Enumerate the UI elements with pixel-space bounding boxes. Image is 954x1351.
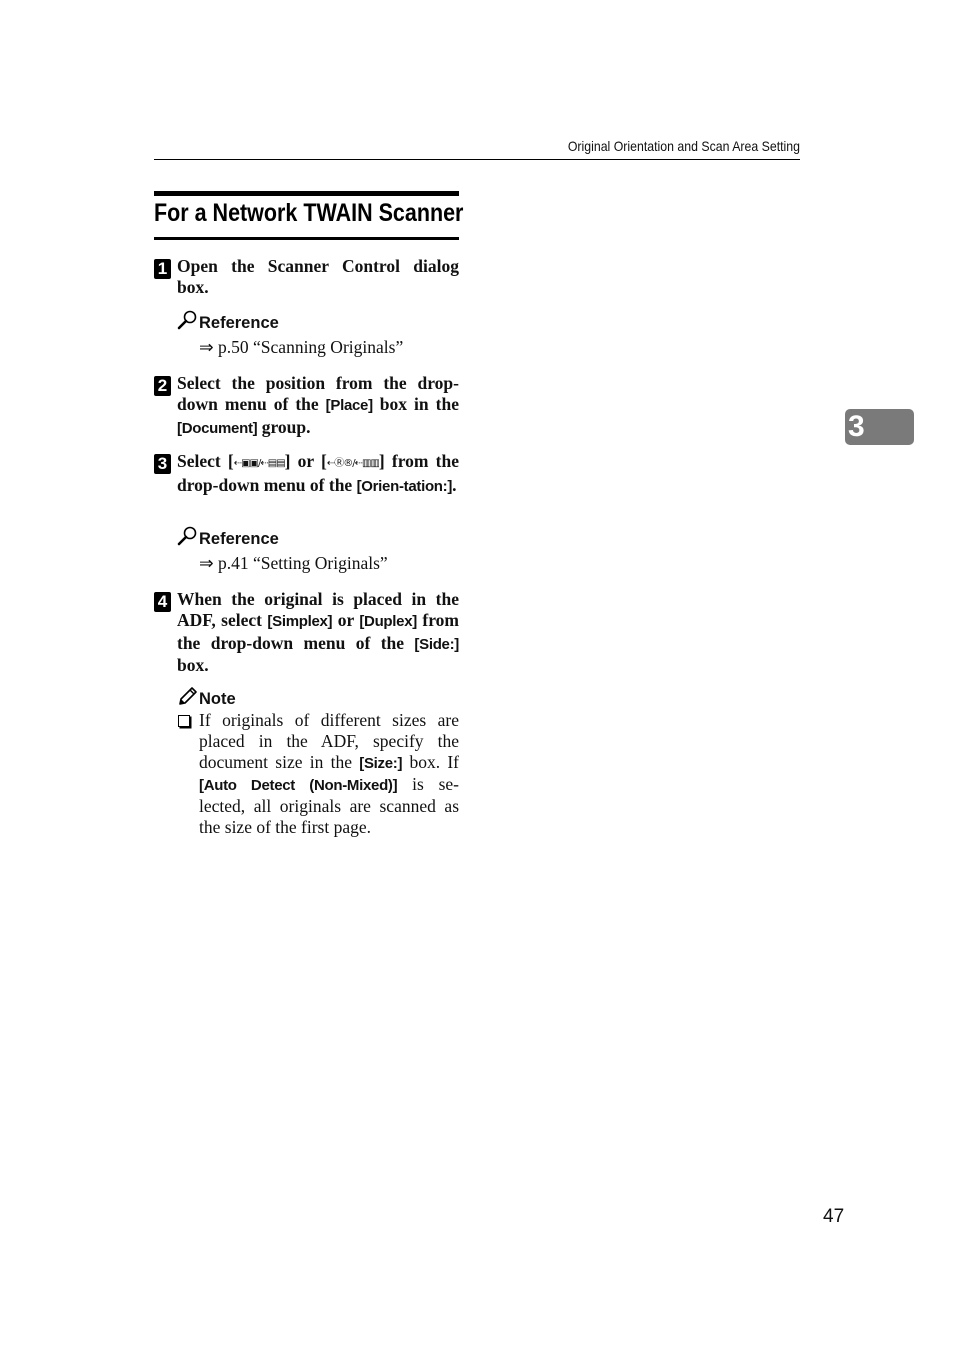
text-run: ] or [	[284, 451, 327, 471]
step-2: 2 Select the position from the drop-down…	[154, 373, 459, 439]
text-run: box. If	[402, 752, 459, 772]
step-number: 4	[154, 592, 171, 612]
section-rule-bottom	[154, 237, 459, 240]
text-run: Select [	[177, 451, 234, 471]
step-3: 3 Select [⇠▣▣/⇠▤▤] or [⇠Ⓡ®/⇠▥▥] from the…	[154, 451, 459, 498]
header-rule	[154, 159, 800, 160]
magnifier-icon	[177, 526, 199, 551]
page-number: 47	[823, 1206, 845, 1227]
step-text: Select [⇠▣▣/⇠▤▤] or [⇠Ⓡ®/⇠▥▥] from the d…	[177, 451, 459, 498]
reference-link[interactable]: ⇒ p.41 “Setting Originals”	[199, 553, 388, 574]
step-number: 2	[154, 376, 171, 396]
ui-label-size: [Size:]	[359, 755, 403, 772]
chapter-tab: 3	[845, 409, 914, 445]
pencil-icon	[177, 686, 199, 711]
step-4: 4 When the original is placed in the ADF…	[154, 589, 459, 676]
note-text: If originals of different sizes are plac…	[199, 710, 459, 838]
text-run: group.	[257, 416, 311, 437]
text-run: or	[332, 609, 360, 630]
running-header: Original Orientation and Scan Area Setti…	[567, 138, 800, 154]
step-text: When the original is placed in the ADF, …	[177, 589, 459, 676]
ui-label-duplex: [Duplex]	[359, 612, 417, 630]
text-run: box in the	[372, 393, 459, 414]
note-item: If originals of different sizes are plac…	[177, 710, 459, 838]
section-rule-top	[154, 191, 459, 196]
orientation-landscape-icon: ⇠Ⓡ®/⇠▥▥	[326, 458, 380, 469]
ui-label-orientation: [Orien-tation:]	[356, 477, 453, 495]
ui-label-side: [Side:]	[414, 635, 459, 653]
step-number: 3	[154, 454, 171, 474]
ui-label-auto-detect: [Auto Detect (Non-Mixed)]	[199, 777, 398, 794]
chapter-number: 3	[848, 410, 865, 443]
reference-heading: Reference	[177, 310, 279, 335]
text-run: .	[452, 474, 457, 495]
reference-label: Reference	[199, 530, 279, 548]
text-run: box.	[177, 655, 209, 676]
step-1: 1 Open the Scanner Control dialog box.	[154, 256, 459, 298]
note-heading: Note	[177, 686, 236, 711]
reference-link[interactable]: ⇒ p.50 “Scanning Originals”	[199, 337, 403, 358]
section-title: For a Network TWAIN Scanner	[154, 199, 464, 227]
step-text: Select the position from the drop-down m…	[177, 373, 459, 439]
magnifier-icon	[177, 310, 199, 335]
reference-heading: Reference	[177, 526, 279, 551]
reference-label: Reference	[199, 314, 279, 332]
step-text: Open the Scanner Control dialog box.	[177, 256, 459, 297]
orientation-portrait-icon: ⇠▣▣/⇠▤▤	[233, 458, 286, 469]
checkbox-bullet-icon	[178, 715, 190, 727]
step-number: 1	[154, 259, 171, 279]
ui-label-document: [Document]	[177, 419, 258, 437]
ui-label-simplex: [Simplex]	[267, 612, 333, 630]
note-label: Note	[199, 690, 236, 708]
ui-label-place: [Place]	[325, 396, 373, 414]
